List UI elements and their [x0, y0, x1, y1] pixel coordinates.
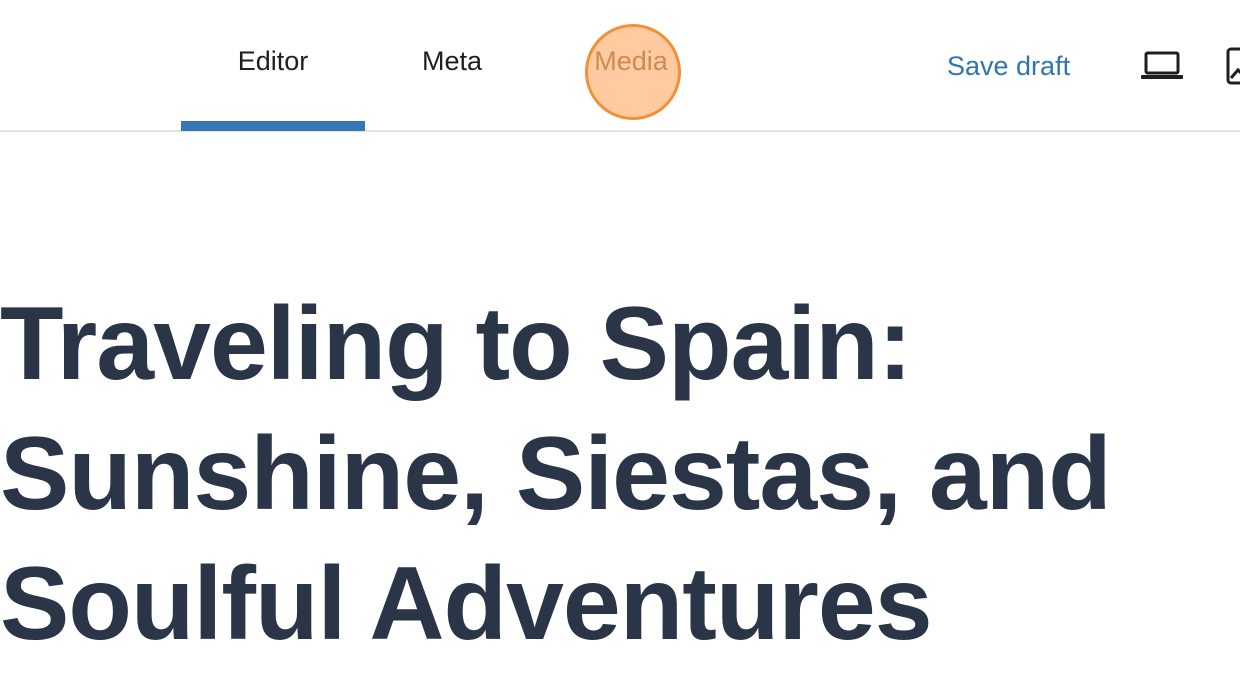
tab-media[interactable]: Media — [560, 0, 702, 132]
media-library-button[interactable] — [1218, 40, 1240, 92]
active-tab-indicator — [181, 121, 365, 131]
tab-meta-label: Meta — [421, 45, 483, 76]
editor-canvas: Traveling to Spain: Sunshine, Siestas, a… — [0, 134, 1240, 692]
tab-editor-label: Editor — [237, 45, 309, 76]
tab-media-label: Media — [594, 45, 668, 76]
tab-editor[interactable]: Editor — [181, 0, 365, 132]
laptop-icon — [1141, 51, 1183, 79]
save-draft-label: Save draft — [947, 50, 1071, 81]
save-draft-button[interactable]: Save draft — [935, 44, 1082, 88]
preview-button[interactable] — [1136, 40, 1188, 92]
tab-meta[interactable]: Meta — [382, 0, 522, 132]
image-icon — [1226, 47, 1240, 85]
post-title[interactable]: Traveling to Spain: Sunshine, Siestas, a… — [0, 279, 1200, 669]
top-toolbar: Editor Meta Media Save draft — [0, 0, 1240, 132]
